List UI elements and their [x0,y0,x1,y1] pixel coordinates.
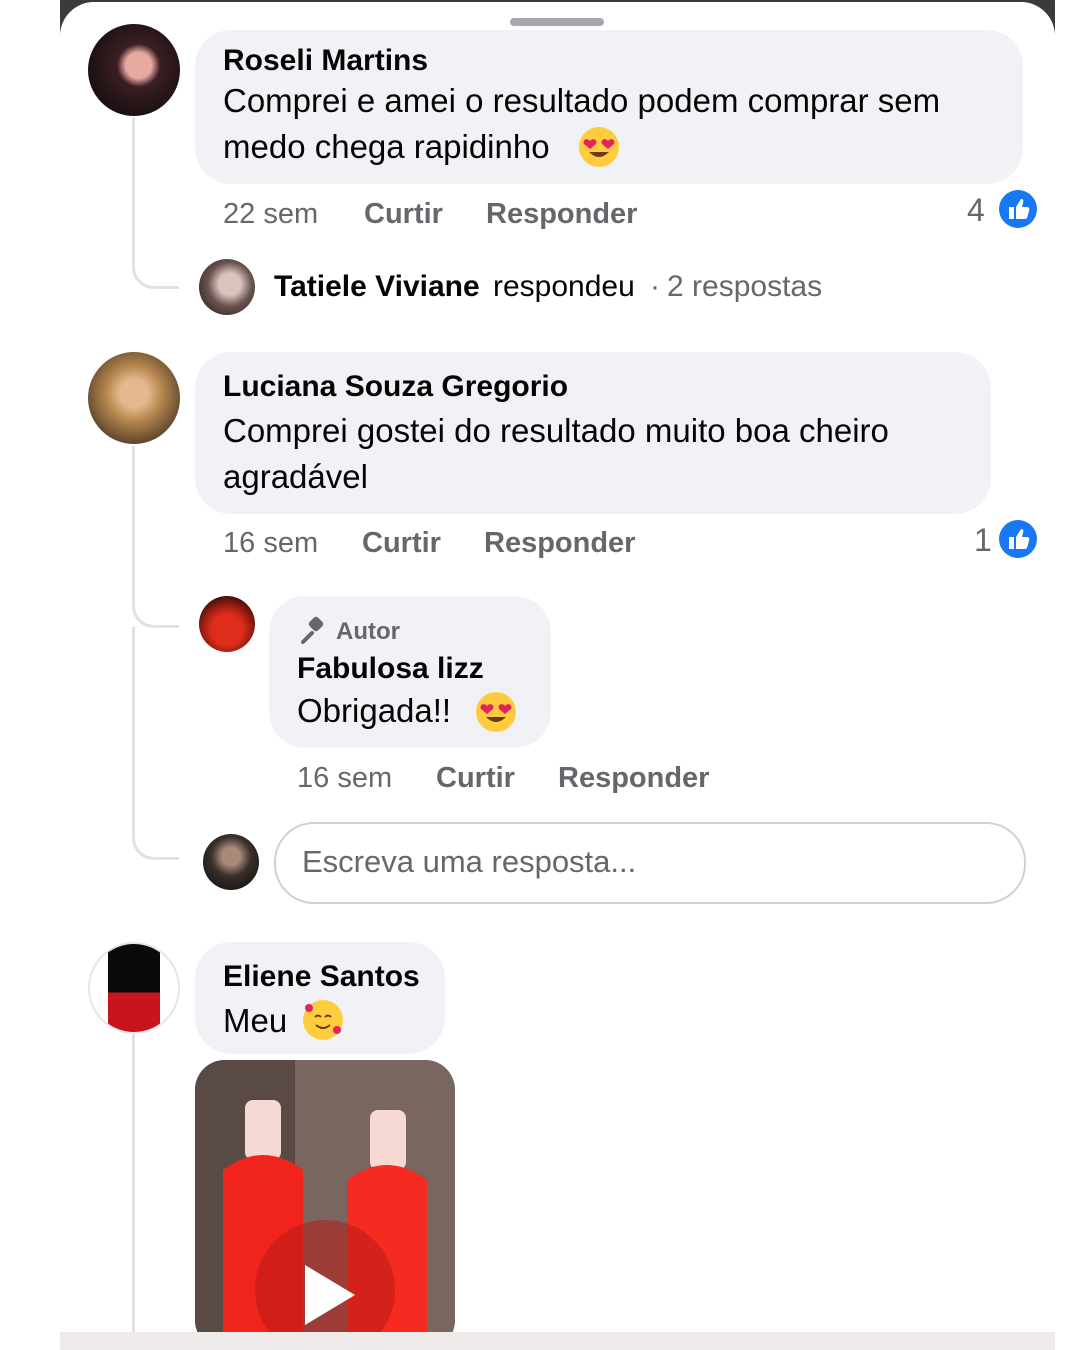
comment-time: 16 sem [223,527,319,559]
comment-text-line: Comprei e amei o resultado podem comprar… [223,82,941,119]
avatar-tatiele[interactable] [199,259,255,315]
comment-text: Meu [223,1002,288,1039]
current-user-avatar [203,834,259,890]
comment-author[interactable]: Luciana Souza Gregorio [223,370,568,404]
thread-line [132,1034,135,1332]
thread-connector [132,256,179,289]
reply-time: 16 sem [297,762,393,794]
replies-summary-verb[interactable]: respondeu [493,270,635,304]
comment-bubble: Luciana Souza Gregorio Comprei gostei do… [195,352,991,514]
comment-author[interactable]: Roseli Martins [223,44,428,78]
like-button[interactable]: Curtir [436,762,515,795]
reply-button[interactable]: Responder [558,762,709,795]
comment-time: 22 sem [223,198,319,230]
reply-text: Obrigada!! [297,692,452,729]
comment-text-line: agradável [223,458,368,495]
like-button[interactable]: Curtir [362,527,441,560]
reply-button[interactable]: Responder [486,198,637,231]
comment-text-line: medo chega rapidinho [223,128,550,165]
comment-text-line: Comprei gostei do resultado muito boa ch… [223,412,889,449]
avatar-eliene[interactable] [88,942,180,1034]
microphone-icon [297,616,327,646]
like-button[interactable]: Curtir [364,198,443,231]
reaction-count[interactable]: 1 [974,522,992,559]
reaction-count[interactable]: 4 [967,192,985,229]
heart-eyes-emoji [579,127,619,167]
heart-eyes-emoji [476,692,516,732]
thread-connector [132,595,179,628]
thumbs-up-icon[interactable] [999,190,1037,228]
replies-summary-separator: · [650,270,660,303]
comment-bubble: Roseli Martins Comprei e amei o resultad… [195,30,1023,184]
view-replies-link[interactable]: 2 respostas [667,270,822,304]
drag-handle[interactable] [510,18,604,26]
avatar-luciana[interactable] [88,352,180,444]
author-badge: Autor [336,618,400,645]
thumbs-up-icon[interactable] [999,520,1037,558]
video-thumbnail[interactable] [195,1060,455,1332]
thread-line [132,627,135,827]
play-icon[interactable] [305,1265,355,1325]
comment-author[interactable]: Eliene Santos [223,960,420,994]
comment-bubble: Eliene Santos Meu [195,942,445,1054]
reply-author[interactable]: Fabulosa lizz [297,652,484,686]
replies-summary-name[interactable]: Tatiele Viviane [274,270,480,304]
thread-line [132,117,135,257]
avatar-fabulosa-lizz[interactable] [199,596,255,652]
thread-line [132,446,135,596]
thread-connector [132,827,179,860]
avatar-roseli[interactable] [88,24,180,116]
reply-bubble: Autor Fabulosa lizz Obrigada!! [269,596,551,748]
reply-input[interactable]: Escreva uma resposta... [274,822,1026,904]
reply-input-placeholder: Escreva uma resposta... [302,844,637,879]
smiling-face-with-hearts-emoji [303,1000,343,1040]
reply-button[interactable]: Responder [484,527,635,560]
comments-sheet: Roseli Martins Comprei e amei o resultad… [60,2,1055,1332]
bottom-bar [60,1332,1055,1350]
